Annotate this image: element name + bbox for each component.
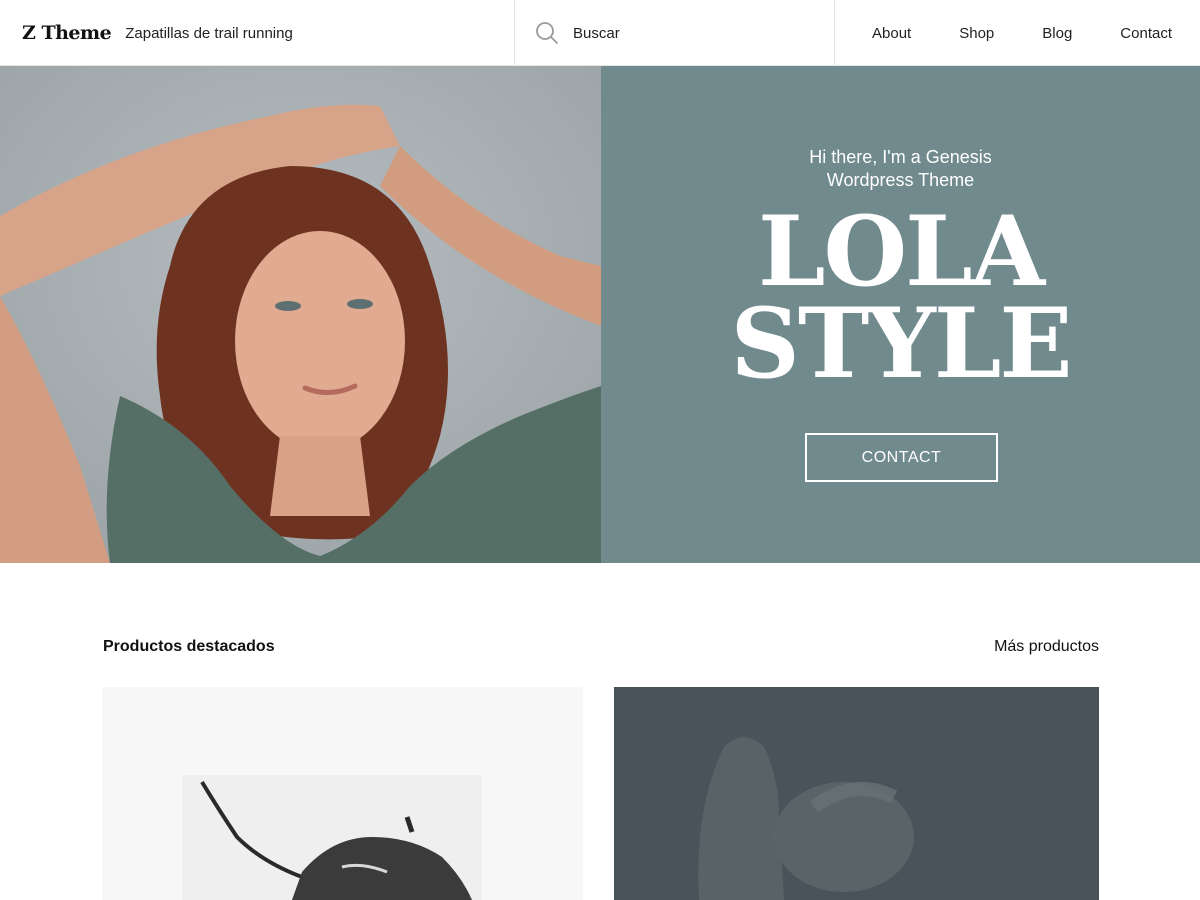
- contact-button[interactable]: CONTACT: [805, 433, 998, 482]
- site-tagline: Zapatillas de trail running: [125, 24, 293, 42]
- search-bar: [514, 0, 835, 66]
- nav-blog[interactable]: Blog: [1042, 25, 1072, 42]
- product-card-model[interactable]: [614, 687, 1099, 900]
- hero-panel: Hi there, I'm a Genesis Wordpress Theme …: [601, 66, 1200, 563]
- site-logo[interactable]: Z Theme: [22, 22, 112, 44]
- main-nav: About Shop Blog Contact: [848, 0, 1200, 66]
- hero-photo-illustration: [0, 66, 601, 563]
- site-header: Z Theme Zapatillas de trail running Abou…: [0, 0, 1200, 66]
- hero-title: LOLA STYLE: [601, 195, 1200, 400]
- hero-title-line-2: STYLE: [730, 287, 1073, 400]
- product-image-shoe: [102, 687, 583, 900]
- hero-title-line-1: LOLA: [757, 195, 1045, 308]
- hero-intro-line-2: Wordpress Theme: [826, 170, 975, 190]
- nav-contact[interactable]: Contact: [1120, 25, 1172, 42]
- hero: Hi there, I'm a Genesis Wordpress Theme …: [0, 66, 1200, 563]
- more-products-link[interactable]: Más productos: [994, 638, 1099, 656]
- featured-products-title: Productos destacados: [103, 638, 275, 655]
- nav-about[interactable]: About: [872, 25, 911, 42]
- product-image-model: [614, 687, 1099, 900]
- hero-intro-line-1: Hi there, I'm a Genesis: [809, 147, 992, 167]
- search-icon[interactable]: [535, 21, 559, 45]
- product-card-shoe[interactable]: [102, 687, 583, 900]
- search-input[interactable]: [573, 24, 803, 42]
- nav-shop[interactable]: Shop: [959, 25, 994, 42]
- brand: Z Theme Zapatillas de trail running: [22, 0, 293, 66]
- hero-photo-woman: [0, 66, 601, 563]
- hero-intro: Hi there, I'm a Genesis Wordpress Theme: [601, 146, 1200, 192]
